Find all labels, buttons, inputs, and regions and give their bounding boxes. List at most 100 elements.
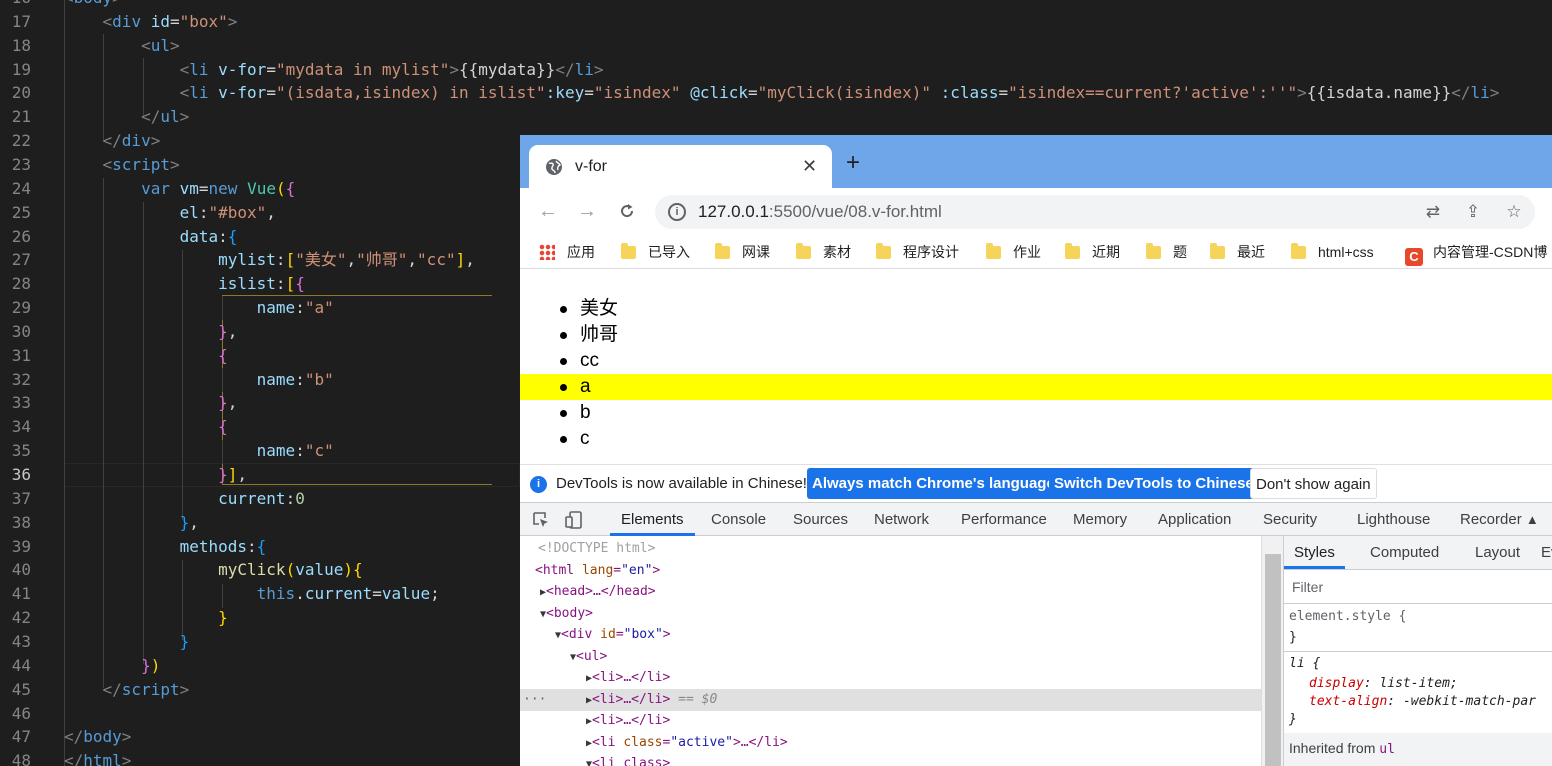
always-match-language-button[interactable]: Always match Chrome's language xyxy=(807,468,1060,499)
tab-network[interactable]: Network xyxy=(874,503,929,536)
bookmark-folder[interactable]: html+css xyxy=(1291,243,1374,263)
dom-node[interactable]: ▶<li>…</li> xyxy=(520,710,1261,732)
line-number: 31 xyxy=(11,345,31,365)
browser-tab[interactable]: v-for ✕ xyxy=(529,145,832,188)
css-property-text-align[interactable]: text-align: -webkit-match-par xyxy=(1289,692,1536,712)
code-text: <li v-for="mydata in mylist">{{mydata}}<… xyxy=(179,59,604,79)
rule-divider xyxy=(1284,651,1552,652)
tab-memory[interactable]: Memory xyxy=(1073,503,1127,536)
bullet xyxy=(560,410,567,417)
dont-show-again-button[interactable]: Don't show again xyxy=(1250,468,1377,499)
tab-console[interactable]: Console xyxy=(711,503,766,536)
inherited-ref-link[interactable]: ul xyxy=(1379,742,1395,757)
bookmark-apps[interactable]: 应用 xyxy=(539,243,595,263)
bookmark-folder[interactable]: 题 xyxy=(1146,243,1187,263)
dom-node[interactable]: <!DOCTYPE html> xyxy=(520,538,1261,560)
code-text: <script> xyxy=(102,154,180,174)
code-text: { xyxy=(218,345,228,365)
tab-security[interactable]: Security xyxy=(1263,503,1317,536)
bookmark-csdn[interactable]: C 内容管理-CSDN博 xyxy=(1405,243,1547,266)
code-text: </ul> xyxy=(141,107,190,127)
bookmark-folder[interactable]: 素材 xyxy=(796,243,851,263)
line-number: 45 xyxy=(11,679,31,699)
list-item[interactable]: b xyxy=(520,400,1552,426)
bookmark-folder[interactable]: 作业 xyxy=(986,243,1041,263)
tab-sources[interactable]: Sources xyxy=(793,503,848,536)
tab-lighthouse[interactable]: Lighthouse xyxy=(1357,503,1430,536)
code-text: } xyxy=(218,608,228,628)
share-icon[interactable]: ⇪ xyxy=(1463,202,1483,222)
address-bar[interactable]: i 127.0.0.1:5500/vue/08.v-for.html ⇄ ⇪ ☆ xyxy=(655,195,1535,229)
switch-devtools-chinese-button[interactable]: Switch DevTools to Chinese xyxy=(1049,468,1259,499)
device-toolbar-icon[interactable] xyxy=(564,510,584,530)
bookmark-star-icon[interactable]: ☆ xyxy=(1504,202,1524,222)
dom-node-selected[interactable]: ··· ▶<li>…</li> == $0 xyxy=(520,689,1261,711)
code-text: <ul> xyxy=(141,35,180,55)
styles-filter-input[interactable]: Filter xyxy=(1284,570,1552,604)
dom-node[interactable]: ▶<head>…</head> xyxy=(520,581,1261,603)
list-item-active[interactable]: a xyxy=(520,374,1552,400)
forward-arrow-icon[interactable]: → xyxy=(577,201,597,221)
folder-icon xyxy=(1065,243,1080,259)
tab-event-listeners[interactable]: Even xyxy=(1541,536,1552,569)
tab-computed[interactable]: Computed xyxy=(1370,536,1439,569)
dom-node[interactable]: ▼<ul> xyxy=(520,646,1261,668)
folder-icon xyxy=(621,243,636,259)
code-line: 19 <li v-for="mydata in mylist">{{mydata… xyxy=(0,58,1552,82)
elements-dom-tree[interactable]: <!DOCTYPE html> <html lang="en"> ▶<head>… xyxy=(520,536,1261,766)
dom-node[interactable]: <html lang="en"> xyxy=(520,560,1261,582)
tab-performance[interactable]: Performance xyxy=(961,503,1047,536)
translate-icon[interactable]: ⇄ xyxy=(1423,202,1443,222)
globe-icon xyxy=(546,159,562,175)
reload-icon[interactable] xyxy=(618,202,636,220)
code-text: }) xyxy=(141,655,161,675)
inspect-element-icon[interactable] xyxy=(531,510,551,530)
dom-node[interactable]: ▶<li>…</li> xyxy=(520,667,1261,689)
tab-elements[interactable]: Elements xyxy=(610,503,695,536)
bookmark-folder[interactable]: 程序设计 xyxy=(876,243,959,263)
code-line: 17 <div id="box"> xyxy=(0,10,1552,34)
tab-styles[interactable]: Styles xyxy=(1284,536,1345,569)
code-text: var vm=new Vue({ xyxy=(141,178,296,198)
bookmark-folder[interactable]: 最近 xyxy=(1210,243,1265,263)
devtools-tab-bar: Elements Console Sources Network Perform… xyxy=(520,502,1552,536)
code-text: name:"b" xyxy=(256,369,334,389)
dom-node[interactable]: ▼<body> xyxy=(520,603,1261,625)
code-text: <div id="box"> xyxy=(102,11,238,31)
line-number: 16 xyxy=(0,0,31,10)
styles-pane: Styles Computed Layout Even Filter eleme… xyxy=(1283,536,1552,766)
site-info-icon[interactable]: i xyxy=(668,203,686,221)
code-text: myClick(value){ xyxy=(218,560,363,580)
tab-strip: v-for ✕ + xyxy=(520,135,1552,188)
code-text: current:0 xyxy=(218,488,305,508)
line-number: 43 xyxy=(11,631,31,651)
code-text: }, xyxy=(218,393,238,413)
tab-layout[interactable]: Layout xyxy=(1475,536,1520,569)
tab-application[interactable]: Application xyxy=(1158,503,1231,536)
bookmark-folder[interactable]: 近期 xyxy=(1065,243,1120,263)
line-number: 40 xyxy=(11,560,31,580)
bookmark-folder[interactable]: 已导入 xyxy=(621,243,690,263)
line-number: 19 xyxy=(11,59,31,79)
bullet xyxy=(560,306,567,313)
list-item[interactable]: c xyxy=(520,426,1552,452)
scrollbar-thumb[interactable] xyxy=(1265,554,1281,766)
code-text: this.current=value; xyxy=(256,584,440,604)
bookmark-folder[interactable]: 网课 xyxy=(715,243,770,263)
close-tab-icon[interactable]: ✕ xyxy=(802,156,817,177)
rule-close: } xyxy=(1289,630,1297,645)
tab-recorder[interactable]: Recorder ▲ xyxy=(1460,503,1539,536)
dom-node[interactable]: ▼<li class> xyxy=(520,753,1261,766)
line-number: 28 xyxy=(11,274,31,294)
line-number: 39 xyxy=(11,536,31,556)
dom-node[interactable]: ▼<div id="box"> xyxy=(520,624,1261,646)
back-arrow-icon[interactable]: ← xyxy=(538,201,558,221)
new-tab-button[interactable]: + xyxy=(846,151,860,175)
line-number: 35 xyxy=(11,441,31,461)
dom-node[interactable]: ▶<li class="active">…</li> xyxy=(520,732,1261,754)
code-text: }], xyxy=(218,465,248,484)
code-text: <li v-for="(isdata,isindex) in islist":k… xyxy=(179,83,1500,103)
css-property-display[interactable]: display: list-item; xyxy=(1289,674,1458,694)
dom-scrollbar[interactable] xyxy=(1261,536,1283,766)
folder-icon xyxy=(1146,243,1161,259)
